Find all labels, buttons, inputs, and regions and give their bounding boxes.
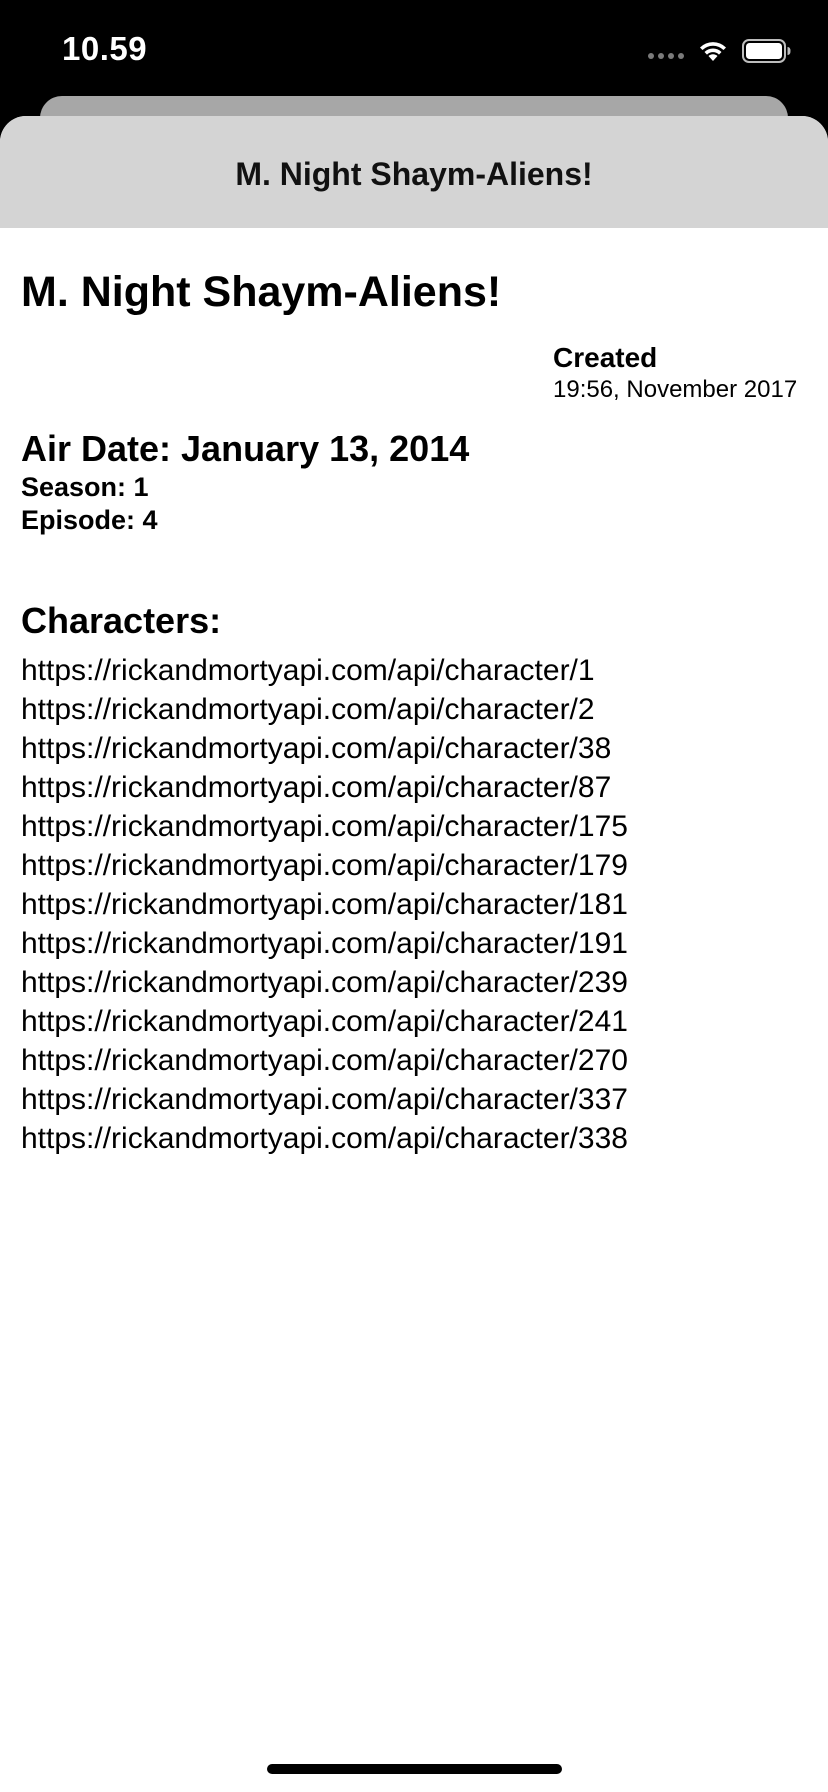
created-label: Created <box>553 342 658 373</box>
home-indicator[interactable] <box>267 1764 562 1774</box>
status-bar: 10.59 <box>0 0 828 100</box>
created-block: Created 19:56, November 2017 <box>553 342 823 404</box>
air-date: Air Date: January 13, 2014 <box>21 428 470 469</box>
cellular-dots-icon <box>648 53 684 59</box>
created-value: 19:56, November 2017 <box>553 376 798 403</box>
episode-name: M. Night Shaym-Aliens! <box>21 268 502 316</box>
navigation-bar: M. Night Shaym-Aliens! <box>0 116 828 228</box>
status-icons <box>648 36 792 66</box>
battery-icon <box>742 39 791 63</box>
wifi-icon <box>700 42 726 61</box>
episode-sheet[interactable]: M. Night Shaym-Aliens! M. Night Shaym-Al… <box>0 116 828 1792</box>
status-time: 10.59 <box>62 30 148 67</box>
nav-title: M. Night Shaym-Aliens! <box>235 155 593 192</box>
